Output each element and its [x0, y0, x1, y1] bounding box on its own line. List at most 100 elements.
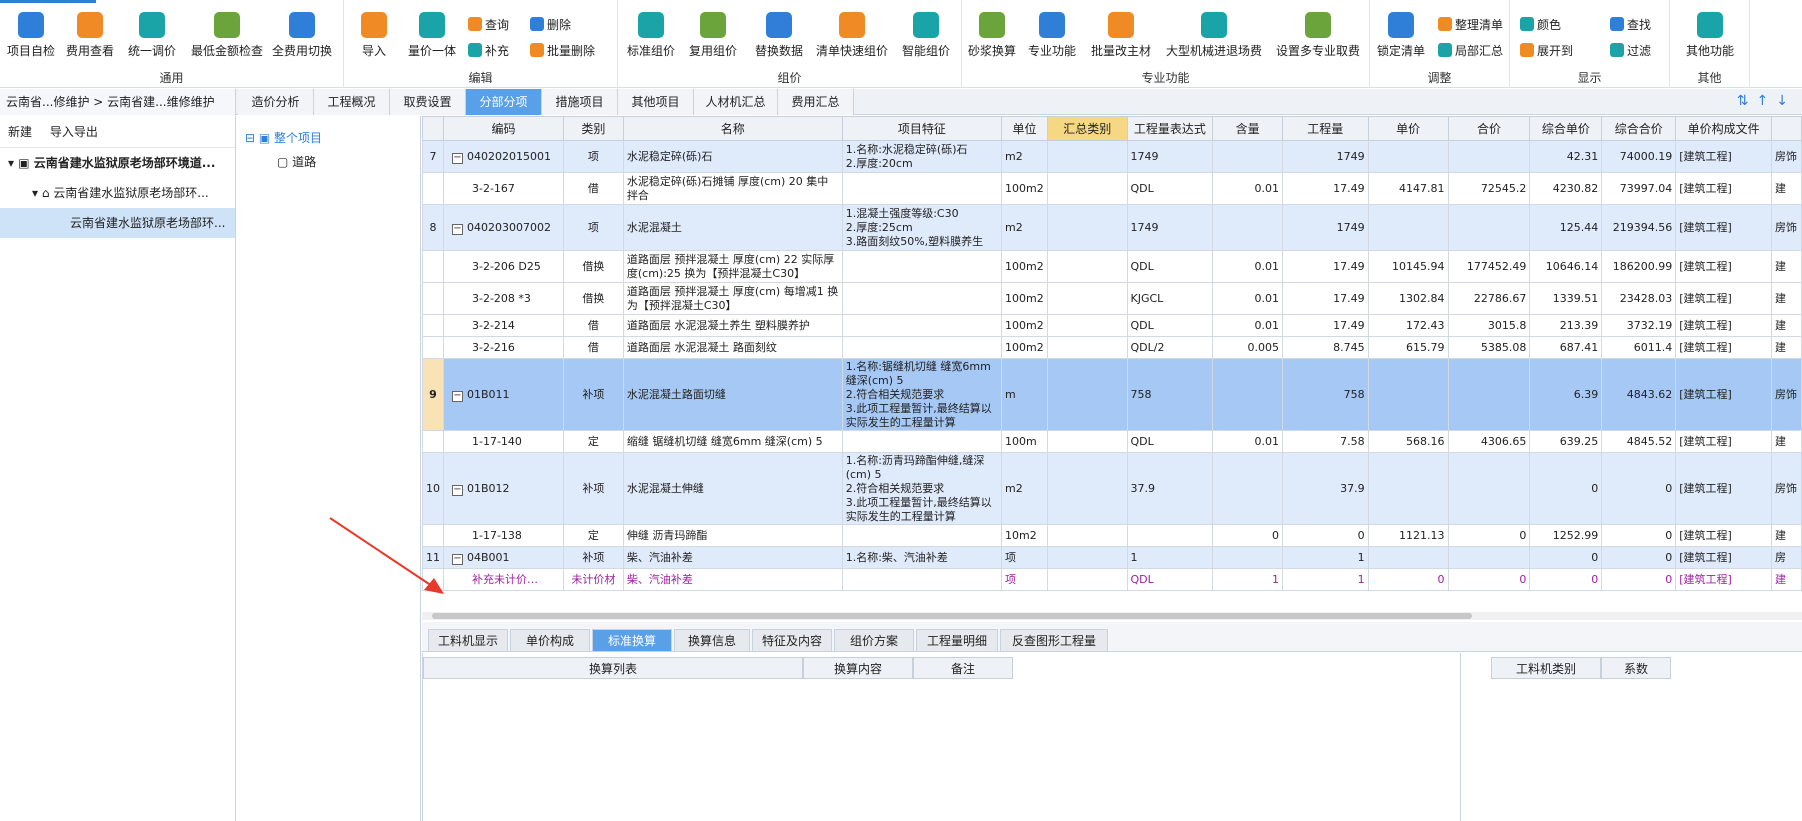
import-export-button[interactable]: 导入导出: [50, 125, 98, 139]
column-header[interactable]: 合价: [1447, 116, 1531, 141]
cell-cprice[interactable]: 639.25: [1529, 430, 1603, 453]
ribbon-small-button[interactable]: 删除: [530, 14, 571, 34]
cell-file[interactable]: [建筑工程]: [1675, 314, 1772, 337]
cell-sum[interactable]: [1046, 430, 1128, 453]
ribbon-small-button[interactable]: 颜色: [1520, 14, 1561, 34]
cell-type[interactable]: 借: [562, 336, 624, 359]
cell-unit[interactable]: 100m2: [1000, 250, 1048, 283]
cell-type[interactable]: 未计价材: [562, 568, 624, 591]
cell-tail[interactable]: 房饰: [1770, 140, 1802, 173]
cell-feat[interactable]: [841, 250, 1002, 283]
horizontal-scrollbar[interactable]: [422, 612, 1802, 620]
cell-cprice[interactable]: 4230.82: [1529, 172, 1603, 205]
cell-type[interactable]: 补项: [562, 452, 624, 525]
cell-code[interactable]: 3-2-216: [443, 336, 564, 359]
tree-node-whole-project[interactable]: ⊟ ▣ 整个项目: [237, 126, 420, 150]
ribbon-small-button[interactable]: 局部汇总: [1438, 40, 1503, 60]
cell-unit[interactable]: m2: [1000, 204, 1048, 251]
cell-price[interactable]: [1367, 452, 1449, 525]
cell-qty[interactable]: 37.9: [1281, 452, 1369, 525]
tab-7[interactable]: 费用汇总: [778, 89, 854, 115]
cell-tail[interactable]: 建: [1770, 250, 1802, 283]
ribbon-button[interactable]: 其他功能: [1680, 12, 1740, 64]
ribbon-small-button[interactable]: 展开到: [1520, 40, 1573, 60]
cell-total[interactable]: [1447, 358, 1531, 431]
cell-cprice[interactable]: 6.39: [1529, 358, 1603, 431]
cell-total[interactable]: [1447, 452, 1531, 525]
cell-unit[interactable]: 项: [1000, 546, 1048, 569]
cell-feat[interactable]: 1.名称:锯缝机切缝 缝宽6mm 缝深(cm) 5 2.符合相关规范要求 3.此项工…: [841, 358, 1002, 431]
cell-tail[interactable]: 建: [1770, 336, 1802, 359]
cell-ctotal[interactable]: 0: [1601, 546, 1677, 569]
cell-ctotal[interactable]: 3732.19: [1601, 314, 1677, 337]
tree-node-subunit[interactable]: 云南省建水监狱原老场部环...: [0, 208, 235, 238]
ribbon-button[interactable]: 项目自检: [6, 12, 56, 64]
cell-tail[interactable]: 建: [1770, 282, 1802, 315]
cell-price[interactable]: [1367, 358, 1449, 431]
cell-expr[interactable]: 37.9: [1126, 452, 1214, 525]
column-header[interactable]: 名称: [622, 116, 843, 141]
column-header[interactable]: 含量: [1212, 116, 1283, 141]
ribbon-small-button[interactable]: 批量删除: [530, 40, 595, 60]
cell-code[interactable]: −040202015001: [443, 140, 564, 173]
cell-file[interactable]: [建筑工程]: [1675, 204, 1772, 251]
cell-unit[interactable]: 100m2: [1000, 172, 1048, 205]
cell-unit[interactable]: m2: [1000, 452, 1048, 525]
cell-unit[interactable]: 10m2: [1000, 524, 1048, 547]
cell-price[interactable]: 0: [1367, 568, 1449, 591]
cell-tail[interactable]: 房饰: [1770, 358, 1802, 431]
cell-total[interactable]: [1447, 546, 1531, 569]
cell-qty[interactable]: 7.58: [1281, 430, 1369, 453]
cell-sum[interactable]: [1046, 568, 1128, 591]
cell-total[interactable]: 0: [1447, 524, 1531, 547]
ribbon-button[interactable]: 智能组价: [898, 12, 954, 64]
cell-feat[interactable]: 1.名称:沥青玛蹄酯伸缝,缝深(cm) 5 2.符合相关规范要求 3.此项工程量暂计…: [841, 452, 1002, 525]
cell-tail[interactable]: 建: [1770, 568, 1802, 591]
cell-type[interactable]: 项: [562, 204, 624, 251]
cell-name[interactable]: 柴、汽油补差: [622, 546, 843, 569]
cell-qty[interactable]: 8.745: [1281, 336, 1369, 359]
cell-file[interactable]: [建筑工程]: [1675, 172, 1772, 205]
cell-ctotal[interactable]: 6011.4: [1601, 336, 1677, 359]
cell-name[interactable]: 伸缝 沥青玛蹄酯: [622, 524, 843, 547]
cell-content[interactable]: 0.01: [1212, 430, 1283, 453]
table-row[interactable]: 3-2-214 借道路面层 水泥混凝土养生 塑料膜养护 100m2 QDL 0.01 17…: [422, 314, 1802, 337]
cell-price[interactable]: [1367, 204, 1449, 251]
ribbon-small-button[interactable]: 查找: [1610, 14, 1651, 34]
column-header[interactable]: 单价: [1367, 116, 1449, 141]
cell-code[interactable]: 3-2-167: [443, 172, 564, 205]
tab-5[interactable]: 其他项目: [618, 89, 694, 115]
cell-cprice[interactable]: 10646.14: [1529, 250, 1603, 283]
cell-total[interactable]: 3015.8: [1447, 314, 1531, 337]
column-header[interactable]: 单价构成文件: [1675, 116, 1772, 141]
cell-expr[interactable]: QDL: [1126, 568, 1214, 591]
cell-type[interactable]: 借换: [562, 282, 624, 315]
cell-feat[interactable]: [841, 282, 1002, 315]
column-header[interactable]: 工程量表达式: [1126, 116, 1214, 141]
cell-content[interactable]: [1212, 140, 1283, 173]
bottom-tab-2[interactable]: 标准换算: [592, 629, 672, 652]
column-header[interactable]: 综合单价: [1529, 116, 1603, 141]
cell-ctotal[interactable]: 73997.04: [1601, 172, 1677, 205]
collapse-icon[interactable]: −: [452, 553, 463, 565]
table-row[interactable]: 11−04B001 补项 柴、汽油补差 1.名称:柴、汽油补差项 1 1 0 0 [建筑工程] 房: [422, 546, 1802, 569]
cell-expr[interactable]: QDL/2: [1126, 336, 1214, 359]
tab-0[interactable]: 造价分析: [238, 89, 314, 115]
cell-content[interactable]: 0.005: [1212, 336, 1283, 359]
table-row[interactable]: 10−01B012 补项 水泥混凝土伸缝 1.名称:沥青玛蹄酯伸缝,缝深(cm) 52…: [422, 452, 1802, 525]
cell-expr[interactable]: QDL: [1126, 250, 1214, 283]
cell-content[interactable]: 1: [1212, 568, 1283, 591]
cell-tail[interactable]: 房饰: [1770, 452, 1802, 525]
cell-name[interactable]: 道路面层 预拌混凝土 厚度(cm) 每增减1 换为【预拌混凝土C30】: [622, 282, 843, 315]
cell-expr[interactable]: [1126, 524, 1214, 547]
cell-name[interactable]: 水泥稳定碎(砾)石: [622, 140, 843, 173]
cell-qty[interactable]: 1: [1281, 546, 1369, 569]
ribbon-button[interactable]: 锁定清单: [1376, 12, 1426, 64]
cell-sum[interactable]: [1046, 358, 1128, 431]
cell-name[interactable]: 水泥混凝土路面切缝: [622, 358, 843, 431]
ribbon-button[interactable]: 导入: [354, 12, 394, 64]
cell-feat[interactable]: [841, 568, 1002, 591]
cell-tail[interactable]: 房: [1770, 546, 1802, 569]
column-header[interactable]: 汇总类别: [1046, 116, 1128, 141]
ribbon-button[interactable]: 复用组价: [682, 12, 744, 64]
